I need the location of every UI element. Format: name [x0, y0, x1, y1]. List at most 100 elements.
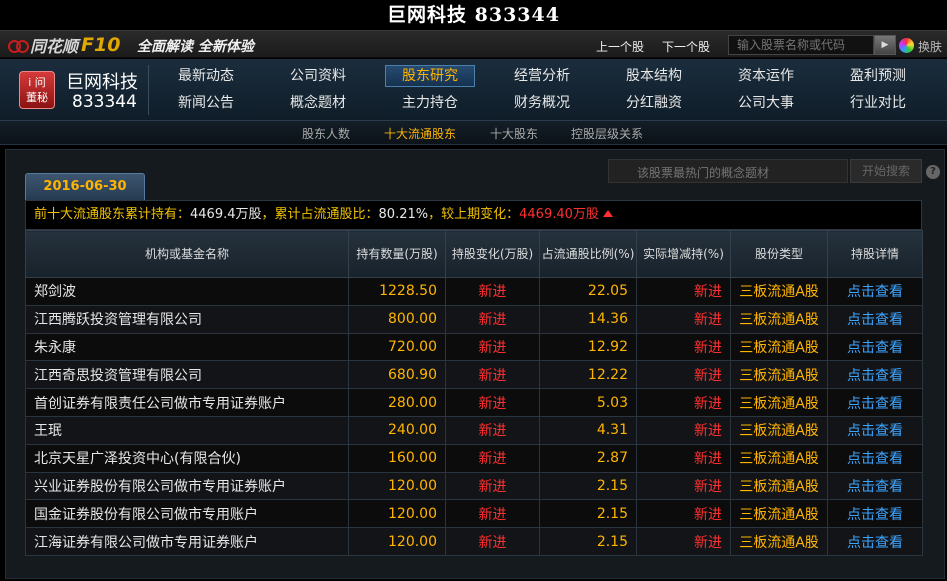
report-date-tab[interactable]: 2016-06-30 — [25, 173, 145, 200]
holding-change: 新进 — [445, 332, 540, 362]
view-details-link[interactable]: 点击查看 — [827, 332, 923, 362]
subnav-top10-float-holders[interactable]: 十大流通股东 — [384, 125, 456, 142]
table-row: 江西腾跃投资管理有限公司 800.00 新进 14.36 新进 三板流通A股 点击查看 — [25, 304, 923, 334]
holder-name: 兴业证券股份有限公司做市专用证券账户 — [25, 471, 349, 501]
nav-industry-comparison[interactable]: 行业对比 — [833, 92, 923, 114]
share-type: 三板流通A股 — [730, 332, 828, 362]
col-header-holding-change: 持股变化(万股) — [445, 230, 540, 278]
holder-name: 北京天星广泽投资中心(有限合伙) — [25, 443, 349, 473]
nav-business-analysis[interactable]: 经营分析 — [497, 65, 587, 87]
actual-change: 新进 — [636, 332, 731, 362]
nav-profit-forecast[interactable]: 盈利预测 — [833, 65, 923, 87]
view-details-link[interactable]: 点击查看 — [827, 360, 923, 390]
shares-held: 1228.50 — [348, 277, 446, 306]
table-header-row: 机构或基金名称 持有数量(万股) 持股变化(万股) 占流通股比例(%) 实际增减… — [25, 230, 923, 278]
window-title-bar: 巨网科技 833344 — [0, 0, 947, 30]
holding-change: 新进 — [445, 360, 540, 390]
holding-change: 新进 — [445, 304, 540, 334]
nav-divider — [148, 65, 149, 115]
share-type: 三板流通A股 — [730, 388, 828, 417]
shares-held: 800.00 — [348, 304, 446, 334]
nav-latest-news[interactable]: 最新动态 — [161, 65, 251, 87]
view-details-link[interactable]: 点击查看 — [827, 415, 923, 445]
actual-change: 新进 — [636, 527, 731, 556]
start-search-button[interactable]: 开始搜索 — [850, 159, 922, 183]
nav-major-holdings[interactable]: 主力持仓 — [385, 92, 475, 114]
view-details-link[interactable]: 点击查看 — [827, 277, 923, 306]
holder-name: 江海证券有限公司做市专用证券账户 — [25, 527, 349, 556]
float-ratio: 14.36 — [539, 304, 637, 334]
shares-held: 120.00 — [348, 499, 446, 529]
view-details-link[interactable]: 点击查看 — [827, 304, 923, 334]
float-ratio: 4.31 — [539, 415, 637, 445]
ask-secretary-line2: 董秘 — [26, 91, 48, 104]
shares-held: 280.00 — [348, 388, 446, 417]
share-type: 三板流通A股 — [730, 471, 828, 501]
col-header-holder-name: 机构或基金名称 — [25, 230, 349, 278]
view-details-link[interactable]: 点击查看 — [827, 471, 923, 501]
concept-search-input[interactable] — [608, 159, 848, 183]
nav-share-structure[interactable]: 股本结构 — [609, 65, 699, 87]
nav-company-events[interactable]: 公司大事 — [721, 92, 811, 114]
next-stock-link[interactable]: 下一个股 — [662, 38, 710, 55]
actual-change: 新进 — [636, 277, 731, 306]
nav-company-profile[interactable]: 公司资料 — [273, 65, 363, 87]
shares-held: 680.90 — [348, 360, 446, 390]
view-details-link[interactable]: 点击查看 — [827, 443, 923, 473]
view-details-link[interactable]: 点击查看 — [827, 388, 923, 417]
float-ratio: 2.15 — [539, 499, 637, 529]
actual-change: 新进 — [636, 304, 731, 334]
holder-name: 江西奇思投资管理有限公司 — [25, 360, 349, 390]
ths-logo: 同花顺 F10 — [8, 34, 120, 56]
subnav-top10-holders[interactable]: 十大股东 — [490, 125, 538, 142]
table-row: 首创证券有限责任公司做市专用证券账户 280.00 新进 5.03 新进 三板流通A股 点击… — [25, 388, 923, 417]
summary-float-ratio: 80.21% — [378, 207, 429, 222]
nav-capital-operation[interactable]: 资本运作 — [721, 65, 811, 87]
float-ratio: 22.05 — [539, 277, 637, 306]
holder-name: 江西腾跃投资管理有限公司 — [25, 304, 349, 334]
nav-dividend-financing[interactable]: 分红融资 — [609, 92, 699, 114]
nav-financial-overview[interactable]: 财务概况 — [497, 92, 587, 114]
holding-change: 新进 — [445, 499, 540, 529]
share-type: 三板流通A股 — [730, 360, 828, 390]
window-title: 巨网科技 833344 — [387, 4, 560, 26]
search-go-button[interactable]: ▶ — [874, 35, 896, 55]
top10-float-holders-table: 机构或基金名称 持有数量(万股) 持股变化(万股) 占流通股比例(%) 实际增减… — [25, 230, 923, 556]
float-ratio: 12.22 — [539, 360, 637, 390]
ask-secretary-line1: i 问 — [28, 76, 46, 89]
stock-search-input[interactable] — [728, 35, 874, 55]
shares-held: 240.00 — [348, 415, 446, 445]
nav-news-announcements[interactable]: 新闻公告 — [161, 92, 251, 114]
float-ratio: 5.03 — [539, 388, 637, 417]
view-details-link[interactable]: 点击查看 — [827, 499, 923, 529]
skin-palette-icon[interactable] — [899, 38, 914, 53]
holder-name: 王珉 — [25, 415, 349, 445]
holdings-summary: 前十大流通股东累计持有：4469.4万股，累计占流通股比：80.21%，较上期变… — [25, 200, 922, 230]
subnav-holding-hierarchy[interactable]: 控股层级关系 — [571, 125, 643, 142]
sub-nav: 股东人数 十大流通股东 十大股东 控股层级关系 — [0, 121, 947, 145]
ask-secretary-badge[interactable]: i 问 董秘 — [19, 71, 55, 109]
shares-held: 120.00 — [348, 471, 446, 501]
float-ratio: 2.87 — [539, 443, 637, 473]
summary-label-change: ，较上期变化： — [428, 207, 520, 222]
shares-held: 120.00 — [348, 527, 446, 556]
nav-shareholder-research[interactable]: 股东研究 — [385, 65, 475, 87]
help-icon[interactable]: ? — [926, 165, 940, 179]
table-row: 北京天星广泽投资中心(有限合伙) 160.00 新进 2.87 新进 三板流通A股 点击查看 — [25, 443, 923, 473]
brand-product: F10 — [81, 34, 121, 56]
prev-stock-link[interactable]: 上一个股 — [596, 38, 644, 55]
main-nav-area: i 问 董秘 巨网科技 833344 最新动态 公司资料 股东研究 经营分析 股… — [0, 59, 947, 121]
table-row: 江西奇思投资管理有限公司 680.90 新进 12.22 新进 三板流通A股 点击查看 — [25, 360, 923, 390]
subnav-shareholder-count[interactable]: 股东人数 — [302, 125, 350, 142]
share-type: 三板流通A股 — [730, 277, 828, 306]
nav-concept-themes[interactable]: 概念题材 — [273, 92, 363, 114]
skin-switch-link[interactable]: 换肤 — [918, 38, 942, 55]
holding-change: 新进 — [445, 388, 540, 417]
table-row: 王珉 240.00 新进 4.31 新进 三板流通A股 点击查看 — [25, 415, 923, 445]
summary-label-ratio: ，累计占流通股比： — [261, 207, 379, 222]
view-details-link[interactable]: 点击查看 — [827, 527, 923, 556]
summary-total-shares: 4469.4万股 — [190, 207, 262, 222]
float-ratio: 2.15 — [539, 527, 637, 556]
brand-name: 同花顺 — [30, 37, 79, 56]
share-type: 三板流通A股 — [730, 415, 828, 445]
